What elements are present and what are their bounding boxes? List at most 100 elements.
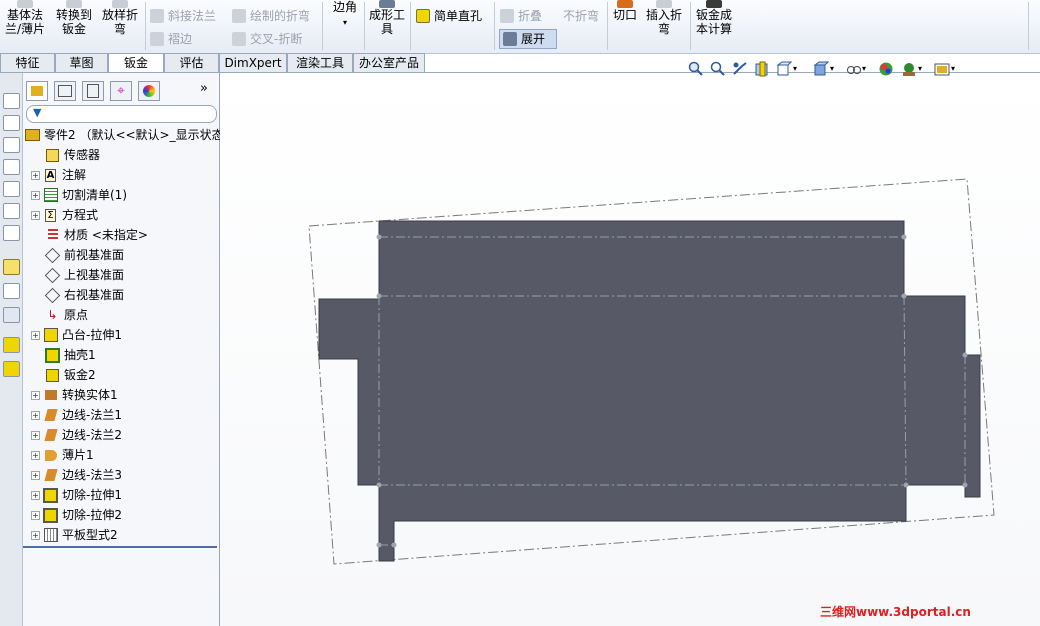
tree-item-convert-solid[interactable]: + 转换实体1 (31, 385, 118, 405)
graphics-viewport[interactable] (220, 73, 1040, 626)
rollback-bar[interactable] (23, 546, 217, 548)
tree-item-edge-flange-2[interactable]: + 边线-法兰2 (31, 425, 122, 445)
sheetmetal-costing-button[interactable]: 钣金成 本计算 (693, 0, 735, 36)
flatten-button[interactable]: 展开 (499, 29, 557, 49)
tree-root-part[interactable]: 零件2 （默认<<默认>_显示状态 (25, 125, 224, 145)
zoom-to-area-icon[interactable] (710, 61, 726, 77)
rip-icon (617, 0, 633, 8)
sketched-bend-button[interactable]: 绘制的折弯 (232, 8, 310, 24)
configuration-manager-tab[interactable] (82, 81, 104, 101)
tree-item-boss-extrude[interactable]: + 凸台-拉伸1 (31, 325, 122, 345)
unfold-button[interactable]: 不折弯 (563, 8, 599, 24)
tree-item-annotations[interactable]: + A 注解 (31, 165, 86, 185)
tree-item-shell[interactable]: 抽壳1 (45, 345, 96, 365)
previous-view-icon[interactable] (732, 61, 748, 77)
view-cube-icon[interactable] (3, 225, 20, 241)
chevron-down-icon[interactable]: ▾ (862, 61, 878, 77)
tree-item-cut-list[interactable]: + 切割清单(1) (31, 185, 127, 205)
chevron-down-icon[interactable]: ▾ (918, 61, 934, 77)
base-flange-button[interactable]: 基体法 兰/薄片 (4, 0, 46, 36)
apply-scene-icon[interactable] (901, 61, 917, 77)
miter-flange-button[interactable]: 斜接法兰 (150, 8, 216, 24)
hide-show-items-icon[interactable] (846, 61, 862, 77)
tree-item-top-plane[interactable]: 上视基准面 (44, 265, 124, 285)
view-cube-icon[interactable] (3, 115, 20, 131)
view-cube-icon[interactable] (3, 137, 20, 153)
tree-item-right-plane[interactable]: 右视基准面 (44, 285, 124, 305)
insert-bends-button[interactable]: 插入折 弯 (643, 0, 685, 36)
relations-tool-icon[interactable] (3, 307, 20, 323)
expand-plus-icon[interactable]: + (31, 510, 40, 520)
tree-item-equations[interactable]: + Σ 方程式 (31, 205, 98, 225)
sketch-tool-icon[interactable] (3, 259, 20, 275)
expand-plus-icon[interactable]: + (31, 190, 40, 200)
expand-plus-icon[interactable]: + (31, 530, 40, 540)
expand-plus-icon[interactable]: + (31, 410, 40, 420)
ribbon-separator (364, 2, 365, 50)
property-manager-tab[interactable] (54, 81, 76, 101)
tree-item-origin[interactable]: ↳ 原点 (45, 305, 88, 325)
tree-item-sensors[interactable]: 传感器 (45, 145, 100, 165)
tab-evaluate[interactable]: 评估 (164, 53, 219, 72)
tree-item-tab[interactable]: + 薄片1 (31, 445, 94, 465)
expand-plus-icon[interactable]: + (31, 170, 40, 180)
corners-button[interactable]: 边角 ▾ (328, 0, 362, 30)
tab-office-products[interactable]: 办公室产品 (353, 53, 425, 72)
tab-render-tools[interactable]: 渲染工具 (287, 53, 353, 72)
view-settings-icon[interactable] (934, 61, 950, 77)
chevron-down-icon[interactable]: ▾ (343, 18, 347, 27)
expand-panel-icon[interactable]: » (200, 81, 208, 96)
view-cube-icon[interactable] (3, 159, 20, 175)
display-style-icon[interactable] (813, 61, 830, 77)
zoom-to-fit-icon[interactable] (688, 61, 704, 77)
section-view-icon[interactable] (754, 61, 770, 77)
expand-plus-icon[interactable]: + (31, 210, 40, 220)
view-orientation-icon[interactable] (776, 61, 793, 77)
expand-plus-icon[interactable]: + (31, 470, 40, 480)
chevron-down-icon[interactable]: ▾ (830, 61, 846, 77)
tab-dimxpert[interactable]: DimXpert (219, 53, 287, 72)
tree-item-material[interactable]: 材质 <未指定> (45, 225, 148, 245)
dimension-tool-icon[interactable] (3, 283, 20, 299)
ribbon-separator (690, 2, 691, 50)
chevron-down-icon[interactable]: ▾ (951, 61, 967, 77)
tree-item-sheet-metal[interactable]: 钣金2 (45, 365, 96, 385)
expand-plus-icon[interactable]: + (31, 450, 40, 460)
hem-icon (150, 32, 164, 46)
tab-features[interactable]: 特征 (0, 53, 55, 72)
lofted-bend-button[interactable]: 放样折 弯 (99, 0, 141, 36)
crosshair-icon: ⌖ (117, 83, 125, 99)
edit-appearance-icon[interactable] (878, 61, 894, 77)
display-manager-tab[interactable] (138, 81, 160, 101)
expand-plus-icon[interactable]: + (31, 330, 40, 340)
hem-button[interactable]: 褶边 (150, 31, 192, 47)
tab-sheetmetal[interactable]: 钣金 (108, 53, 164, 73)
simple-hole-button[interactable]: 简单直孔 (416, 8, 482, 24)
cross-break-button[interactable]: 交叉-折断 (232, 31, 302, 47)
tree-item-front-plane[interactable]: 前视基准面 (44, 245, 124, 265)
forming-tool-button[interactable]: 成形工 具 (367, 0, 407, 36)
fold-button[interactable]: 折叠 (500, 8, 542, 24)
tree-item-edge-flange-1[interactable]: + 边线-法兰1 (31, 405, 122, 425)
watermark-text: 三维网www.3dportal.cn (820, 605, 971, 619)
chevron-down-icon[interactable]: ▾ (793, 61, 809, 77)
rip-button[interactable]: 切口 (611, 0, 639, 22)
view-cube-icon[interactable] (3, 93, 20, 109)
expand-plus-icon[interactable]: + (31, 390, 40, 400)
tree-item-cut-extrude-2[interactable]: + 切除-拉伸2 (31, 505, 122, 525)
feature-tool-icon[interactable] (3, 361, 20, 377)
feature-filter-field[interactable]: ▼ (26, 105, 217, 123)
view-cube-icon[interactable] (3, 181, 20, 197)
expand-plus-icon[interactable]: + (31, 430, 40, 440)
tree-item-cut-extrude-1[interactable]: + 切除-拉伸1 (31, 485, 122, 505)
expand-plus-icon[interactable]: + (31, 490, 40, 500)
dimxpert-manager-tab[interactable]: ⌖ (110, 81, 132, 101)
view-cube-icon[interactable] (3, 203, 20, 219)
panel-tab-row: ⌖ » (23, 79, 219, 103)
feature-manager-tab[interactable] (26, 81, 48, 101)
tree-item-edge-flange-3[interactable]: + 边线-法兰3 (31, 465, 122, 485)
convert-to-sheetmetal-button[interactable]: 转换到 钣金 (54, 0, 94, 36)
feature-tool-icon[interactable] (3, 337, 20, 353)
tab-sketch[interactable]: 草图 (55, 53, 108, 72)
tree-item-flat-pattern[interactable]: + 平板型式2 (31, 525, 118, 545)
